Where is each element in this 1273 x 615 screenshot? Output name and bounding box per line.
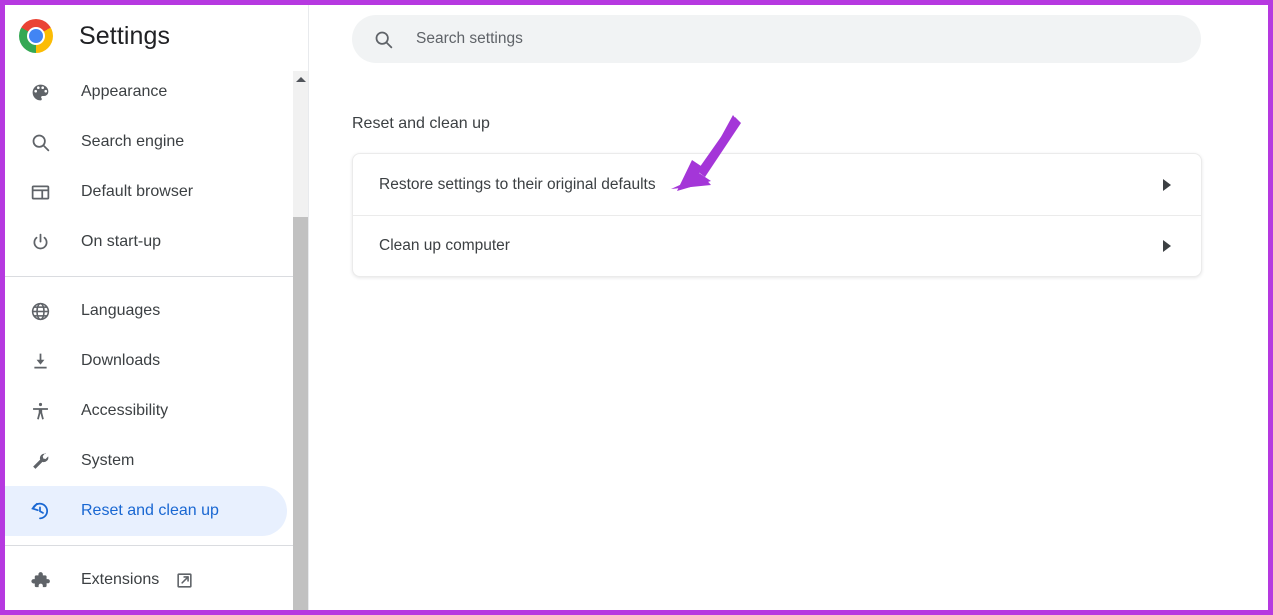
browser-icon <box>27 179 53 205</box>
row-restore-settings[interactable]: Restore settings to their original defau… <box>353 154 1201 215</box>
row-label: Restore settings to their original defau… <box>379 175 656 193</box>
sidebar-item-accessibility[interactable]: Accessibility <box>5 386 308 436</box>
globe-icon <box>27 298 53 324</box>
sidebar-item-label: Search engine <box>81 133 185 150</box>
scrollbar-thumb[interactable] <box>293 217 308 610</box>
puzzle-icon <box>27 567 53 593</box>
sidebar-group-3: Extensions <box>5 555 308 605</box>
search-settings-bar[interactable] <box>352 15 1201 63</box>
sidebar-item-label: Appearance <box>81 83 168 100</box>
search-input[interactable] <box>416 30 1116 48</box>
sidebar-item-label: Default browser <box>81 183 194 200</box>
scroll-up-arrow-icon[interactable] <box>293 71 308 88</box>
sidebar-group-2: Languages Downloads Accessibility System… <box>5 286 308 536</box>
row-clean-up-computer[interactable]: Clean up computer <box>353 215 1201 276</box>
sidebar-item-label: Downloads <box>81 352 161 369</box>
search-icon <box>27 129 53 155</box>
sidebar-item-label: System <box>81 452 135 469</box>
sidebar-item-on-startup[interactable]: On start-up <box>5 217 308 267</box>
browser-settings-window: Settings Appearance Search engine Defaul… <box>0 0 1273 615</box>
chevron-right-icon <box>1159 177 1175 193</box>
row-label: Clean up computer <box>379 237 510 254</box>
settings-sidebar: Settings Appearance Search engine Defaul… <box>5 5 308 610</box>
sidebar-item-label: On start-up <box>81 233 162 250</box>
sidebar-group-1: Appearance Search engine Default browser… <box>5 67 308 267</box>
reset-options-card: Restore settings to their original defau… <box>352 153 1202 277</box>
sidebar-divider <box>5 545 308 546</box>
open-in-new-icon[interactable] <box>175 571 194 590</box>
sidebar-scrollbar[interactable] <box>293 71 308 610</box>
power-icon <box>27 229 53 255</box>
chevron-right-icon <box>1159 238 1175 254</box>
sidebar-item-appearance[interactable]: Appearance <box>5 67 308 117</box>
section-heading: Reset and clean up <box>352 115 490 132</box>
accessibility-icon <box>27 398 53 424</box>
history-restore-icon <box>27 498 53 524</box>
chrome-logo-icon <box>19 19 53 53</box>
page-title: Settings <box>79 21 171 50</box>
settings-content: Reset and clean up Restore settings to t… <box>309 5 1268 610</box>
sidebar-item-search-engine[interactable]: Search engine <box>5 117 308 167</box>
sidebar-item-label: Reset and clean up <box>81 502 219 519</box>
sidebar-item-system[interactable]: System <box>5 436 308 486</box>
sidebar-item-default-browser[interactable]: Default browser <box>5 167 308 217</box>
sidebar-divider <box>5 276 308 277</box>
sidebar-item-reset-and-clean-up[interactable]: Reset and clean up <box>5 486 287 536</box>
settings-brand: Settings <box>5 5 308 67</box>
sidebar-item-extensions[interactable]: Extensions <box>5 555 308 605</box>
palette-icon <box>27 79 53 105</box>
sidebar-item-downloads[interactable]: Downloads <box>5 336 308 386</box>
search-icon <box>372 28 394 50</box>
download-icon <box>27 348 53 374</box>
sidebar-item-label: Extensions <box>81 571 160 588</box>
sidebar-item-languages[interactable]: Languages <box>5 286 308 336</box>
sidebar-item-label: Accessibility <box>81 402 169 419</box>
wrench-icon <box>27 448 53 474</box>
sidebar-item-label: Languages <box>81 302 161 319</box>
